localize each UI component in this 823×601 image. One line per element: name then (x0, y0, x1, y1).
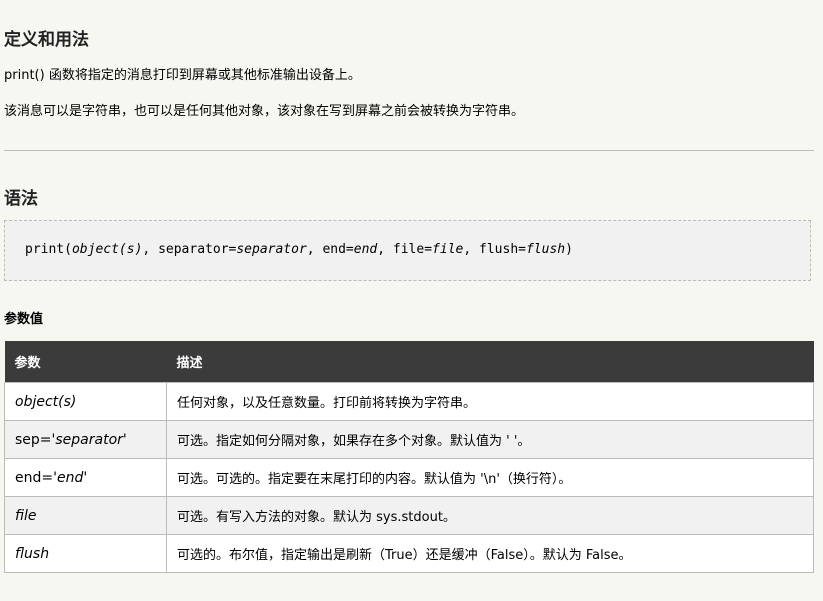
code-arg: file (432, 242, 464, 257)
table-row: flush 可选的。布尔值，指定输出是刷新（True）还是缓冲（False）。默… (4, 534, 814, 573)
heading-syntax: 语法 (4, 189, 38, 209)
param-desc-cell: 任何对象，以及任意数量。打印前将转换为字符串。 (166, 382, 814, 421)
paragraph-message: 该消息可以是字符串，也可以是任何其他对象，该对象在写到屏幕之前会被转换为字符串。 (4, 104, 525, 119)
divider (4, 150, 814, 151)
param-desc-cell: 可选。有写入方法的对象。默认为 sys.stdout。 (166, 496, 814, 535)
code-text: , flush= (463, 242, 526, 257)
param-name: end (56, 469, 84, 486)
param-name: flush (15, 545, 50, 562)
table-row: sep='separator' 可选。指定如何分隔对象，如果存在多个对象。默认值… (4, 420, 814, 459)
param-desc-cell: 可选。可选的。指定要在末尾打印的内容。默认值为 '\n'（换行符）。 (166, 458, 814, 497)
paragraph-definition: print() 函数将指定的消息打印到屏幕或其他标准输出设备上。 (4, 68, 361, 83)
col-header-desc: 描述 (166, 341, 814, 383)
param-name: object(s) (15, 393, 77, 410)
param-name-cell: object(s) (4, 382, 167, 421)
heading-params: 参数值 (4, 312, 44, 327)
table-row: end='end' 可选。可选的。指定要在末尾打印的内容。默认值为 '\n'（换… (4, 458, 814, 497)
syntax-code-block: print(object(s), separator=separator, en… (4, 220, 811, 281)
param-prefix: sep=' (15, 431, 56, 448)
param-name-cell: end='end' (4, 458, 167, 497)
param-desc-cell: 可选的。布尔值，指定输出是刷新（True）还是缓冲（False）。默认为 Fal… (166, 534, 814, 573)
param-suffix: ' (83, 469, 88, 486)
table-row: file 可选。有写入方法的对象。默认为 sys.stdout。 (4, 496, 814, 535)
params-table: 参数 描述 object(s) 任何对象，以及任意数量。打印前将转换为字符串。 … (4, 341, 814, 573)
param-suffix: ' (122, 431, 127, 448)
param-name-cell: file (4, 496, 167, 535)
param-name-cell: flush (4, 534, 167, 573)
param-prefix: end=' (15, 469, 57, 486)
code-arg: end (353, 242, 378, 257)
syntax-code: print(object(s), separator=separator, en… (25, 242, 573, 257)
param-desc-cell: 可选。指定如何分隔对象，如果存在多个对象。默认值为 ' '。 (166, 420, 814, 459)
code-arg: flush (525, 242, 566, 257)
param-name: file (15, 507, 37, 524)
code-text: print( (25, 242, 72, 257)
code-arg: object(s) (71, 242, 143, 257)
col-header-param: 参数 (4, 341, 167, 383)
table-header-row: 参数 描述 (4, 341, 814, 383)
heading-definition: 定义和用法 (4, 30, 89, 50)
code-text: , separator= (142, 242, 237, 257)
code-text: ) (565, 242, 573, 257)
code-text: , file= (377, 242, 433, 257)
code-text: , end= (306, 242, 354, 257)
param-name-cell: sep='separator' (4, 420, 167, 459)
table-row: object(s) 任何对象，以及任意数量。打印前将转换为字符串。 (4, 382, 814, 421)
code-arg: separator (236, 242, 307, 257)
param-name: separator (55, 431, 123, 448)
